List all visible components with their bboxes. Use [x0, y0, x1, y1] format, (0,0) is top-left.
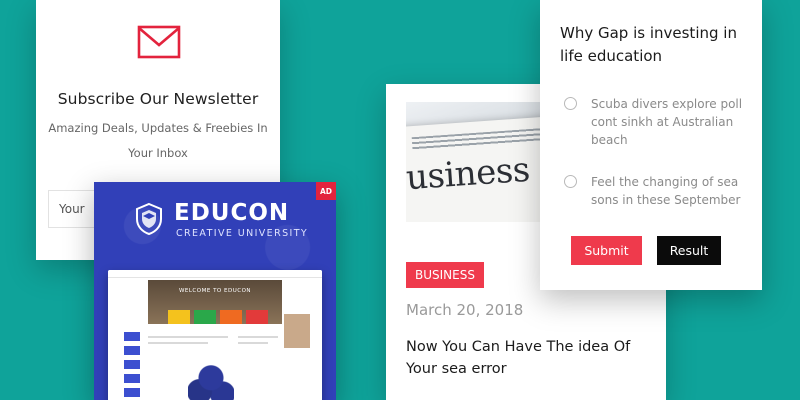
submit-button[interactable]: Submit — [571, 236, 642, 265]
educon-ad-banner[interactable]: AD EDUCON CREATIVE UNIVERSITY WELCOME TO… — [94, 182, 336, 400]
mockup-text-line — [238, 336, 278, 338]
mockup-sidebar-block — [124, 374, 140, 383]
post-date: March 20, 2018 — [406, 301, 524, 319]
shield-logo-icon — [136, 202, 162, 236]
mockup-navbar — [108, 270, 322, 278]
poll-question: Why Gap is investing in life education — [560, 24, 737, 65]
radio-button[interactable] — [564, 97, 577, 110]
mockup-graduates-image — [188, 364, 234, 400]
mockup-hero-title: WELCOME TO EDUCON — [178, 288, 252, 294]
poll-option[interactable]: Scuba divers explore poll cont sinkh at … — [564, 95, 754, 149]
poll-card: Why Gap is investing in life education S… — [540, 0, 762, 290]
mockup-sidebar-block — [124, 346, 140, 355]
mockup-text-line — [148, 336, 228, 338]
mockup-text-line — [238, 342, 268, 344]
mockup-sidebar-block — [124, 332, 140, 341]
mockup-sidebar-block — [124, 360, 140, 369]
result-button[interactable]: Result — [657, 236, 721, 265]
mockup-sidebar-block — [124, 388, 140, 397]
poll-option-label: Feel the changing of sea sons in these S… — [591, 175, 741, 207]
mockup-tile — [194, 310, 216, 324]
mockup-tile — [246, 310, 268, 324]
mockup-tile — [168, 310, 190, 324]
newsletter-subtitle: Amazing Deals, Updates & Freebies In You… — [48, 121, 268, 160]
mockup-tile — [220, 310, 242, 324]
ad-brand-name: EDUCON — [174, 200, 290, 226]
mail-icon — [137, 25, 181, 59]
post-category-badge[interactable]: BUSINESS — [406, 262, 484, 288]
post-headline[interactable]: Now You Can Have The idea Of Your sea er… — [406, 336, 646, 380]
poll-option[interactable]: Feel the changing of sea sons in these S… — [564, 173, 754, 209]
poll-option-label: Scuba divers explore poll cont sinkh at … — [591, 97, 743, 147]
ad-brand-subtitle: CREATIVE UNIVERSITY — [176, 228, 309, 239]
website-mockup-image: WELCOME TO EDUCON — [108, 270, 322, 400]
mockup-photo — [284, 314, 310, 348]
radio-button[interactable] — [564, 175, 577, 188]
mockup-text-line — [148, 342, 208, 344]
newsletter-title: Subscribe Our Newsletter — [57, 90, 259, 108]
ad-badge: AD — [316, 182, 336, 200]
